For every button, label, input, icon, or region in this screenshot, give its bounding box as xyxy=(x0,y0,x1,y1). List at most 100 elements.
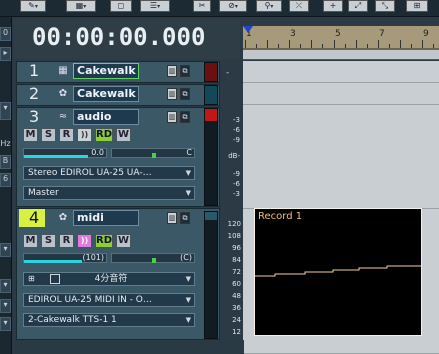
output-select[interactable]: Master ▼ xyxy=(23,186,195,200)
quantize-value: 4分音符 xyxy=(94,274,128,284)
zoom-tool-button[interactable]: ⚲▾ xyxy=(256,0,282,12)
meter-label: 96 xyxy=(232,244,241,252)
pencil-tool-button[interactable]: ✎▾ xyxy=(20,0,46,12)
select-tool-button[interactable]: ◻ xyxy=(110,0,132,12)
left-strip-arrow-3[interactable]: ▾ xyxy=(0,243,11,257)
track-number: 4 xyxy=(19,209,45,227)
volume-slider[interactable]: (101) xyxy=(23,253,107,263)
track-buttons-row: M S R )) RD W xyxy=(23,234,153,248)
cakewalk-track-view: ✎▾ ▦▾ ◻ ☰▾ ✂ ⊘▾ ⚲▾ ⤫ + ⤢ ⤡ ⊞ 0 ▸ ▾ Hz B … xyxy=(0,0,439,354)
track-window-button[interactable]: ⧉ xyxy=(180,212,190,224)
left-strip-arrow-6[interactable]: ▾ xyxy=(0,317,11,331)
meter-label: 108 xyxy=(227,232,241,240)
quantize-select[interactable]: ⊞ 4分音符 ▼ xyxy=(23,272,195,286)
add-track-button[interactable]: + xyxy=(323,0,343,12)
left-strip: 0 ▸ ▾ Hz B 6 ▾ ▾ ▾ ▾ xyxy=(0,17,12,354)
input-select-value: EDIROL UA-25 MIDI IN - O… xyxy=(28,295,152,305)
time-display[interactable]: 00:00:00.000 xyxy=(14,19,240,59)
meter-label: 60 xyxy=(232,280,241,288)
left-strip-arrow-2[interactable]: ▾ xyxy=(0,102,11,120)
expand-button[interactable]: ⤢ xyxy=(348,0,368,12)
quantize-checkbox[interactable] xyxy=(50,274,60,284)
input-select-value: Stereo EDIROL UA-25 UA-… xyxy=(28,168,152,178)
meter-label: -3 xyxy=(233,190,240,198)
solo-button[interactable]: S xyxy=(41,128,56,142)
track-window-button[interactable]: ⧉ xyxy=(180,88,190,100)
left-strip-arrow-5[interactable]: ▾ xyxy=(0,299,11,313)
midi-clip[interactable]: Record 1 xyxy=(254,208,422,336)
collapse-button[interactable]: ⤡ xyxy=(375,0,395,12)
left-strip-arrow-1[interactable]: ▸ xyxy=(0,47,11,61)
track-buttons-row: M S R )) RD W xyxy=(23,128,153,142)
pan-value: (C) xyxy=(180,253,192,262)
solo-button[interactable]: S xyxy=(41,234,56,248)
track-name-field[interactable]: midi xyxy=(73,210,139,226)
track-menu-button[interactable]: ▥ xyxy=(167,88,177,100)
track-3-audio[interactable]: 3 ≈ audio ▥ ⧉ M S R )) RD W 0.0 C Stereo… xyxy=(16,107,220,207)
input-select[interactable]: EDIROL UA-25 MIDI IN - O… ▼ xyxy=(23,293,195,307)
clip-lane-1[interactable] xyxy=(243,61,439,83)
clip-lane-3[interactable] xyxy=(243,105,439,209)
left-strip-6-label[interactable]: 6 xyxy=(0,173,11,187)
track-window-button[interactable]: ⧉ xyxy=(180,111,190,123)
meter-label: 120 xyxy=(227,220,241,228)
pan-slider[interactable]: (C) xyxy=(111,253,195,263)
write-automation-button[interactable]: W xyxy=(116,128,131,142)
track-number: 3 xyxy=(29,107,40,126)
track-menu-button[interactable]: ▥ xyxy=(167,212,177,224)
left-strip-b-label[interactable]: B xyxy=(0,155,11,169)
read-automation-button[interactable]: RD xyxy=(95,128,113,142)
snap-button[interactable]: ⤫ xyxy=(289,0,309,12)
pan-value: C xyxy=(186,148,192,157)
track-4-midi[interactable]: 4 ✿ midi ▥ ⧉ M S R )) RD W (101) (C) ⊞ 4… xyxy=(16,208,220,340)
now-marker-icon[interactable] xyxy=(243,26,253,33)
output-select[interactable]: 2-Cakewalk TTS-1 1 ▼ xyxy=(23,313,195,327)
track-3-meter-scale: -3 -6 -9 dB- -9 -6 -3 xyxy=(220,108,242,206)
ruler-mark-3: 3 xyxy=(290,29,296,39)
track-name-field[interactable]: audio xyxy=(73,109,139,125)
left-strip-value-1[interactable]: 0 xyxy=(0,27,11,41)
track-4-meter xyxy=(204,211,218,339)
input-monitor-button[interactable]: )) xyxy=(77,234,92,248)
loop-bar[interactable] xyxy=(243,50,439,60)
record-arm-button[interactable]: R xyxy=(59,128,74,142)
volume-value: 0.0 xyxy=(91,148,104,157)
meter-label: -3 xyxy=(233,116,240,124)
mute-tool-button[interactable]: ⊘▾ xyxy=(219,0,247,12)
scissors-icon[interactable]: ✂ xyxy=(193,0,211,12)
clip-lane-2[interactable] xyxy=(243,83,439,105)
input-select[interactable]: Stereo EDIROL UA-25 UA-… ▼ xyxy=(23,166,195,180)
horizontal-scrollbar[interactable] xyxy=(16,340,244,354)
volume-slider[interactable]: 0.0 xyxy=(23,148,107,158)
mute-button[interactable]: M xyxy=(23,128,38,142)
list-button[interactable]: ☰▾ xyxy=(140,0,170,12)
meter-label: 84 xyxy=(232,256,241,264)
track-window-button[interactable]: ⧉ xyxy=(180,65,190,77)
track-name-field[interactable]: Cakewalk xyxy=(73,86,139,102)
toolbar: ✎▾ ▦▾ ◻ ☰▾ ✂ ⊘▾ ⚲▾ ⤫ + ⤢ ⤡ ⊞ xyxy=(0,0,439,17)
meter-label: -6 xyxy=(233,180,240,188)
meter-label: 72 xyxy=(232,268,241,276)
input-monitor-button[interactable]: )) xyxy=(77,128,92,142)
write-automation-button[interactable]: W xyxy=(116,234,131,248)
track-2[interactable]: 2 ✿ Cakewalk ▥ ⧉ xyxy=(16,84,220,106)
ruler-mark-7: 7 xyxy=(379,29,385,39)
pan-slider[interactable]: C xyxy=(111,148,195,158)
track-1[interactable]: 1 ▦ Cakewalk ▥ ⧉ xyxy=(16,61,220,83)
ruler-mark-9: 9 xyxy=(423,29,429,39)
record-arm-button[interactable]: R xyxy=(59,234,74,248)
track-menu-button[interactable]: ▥ xyxy=(167,111,177,123)
track-3-meter xyxy=(204,108,218,206)
timeline-ruler[interactable]: 1 3 5 7 9 xyxy=(243,26,439,50)
left-strip-arrow-4[interactable]: ▾ xyxy=(0,279,11,293)
grid-button[interactable]: ▦▾ xyxy=(66,0,96,12)
mute-button[interactable]: M xyxy=(23,234,38,248)
midi-port-icon: ✿ xyxy=(58,212,68,223)
view-button[interactable]: ⊞ xyxy=(406,0,428,12)
track-menu-button[interactable]: ▥ xyxy=(167,65,177,77)
left-strip-hz-label: Hz xyxy=(0,139,11,148)
read-automation-button[interactable]: RD xyxy=(95,234,113,248)
track-name-field[interactable]: Cakewalk xyxy=(73,63,139,79)
midi-port-icon: ▦ xyxy=(58,65,68,76)
meter-label: -9 xyxy=(233,136,240,144)
